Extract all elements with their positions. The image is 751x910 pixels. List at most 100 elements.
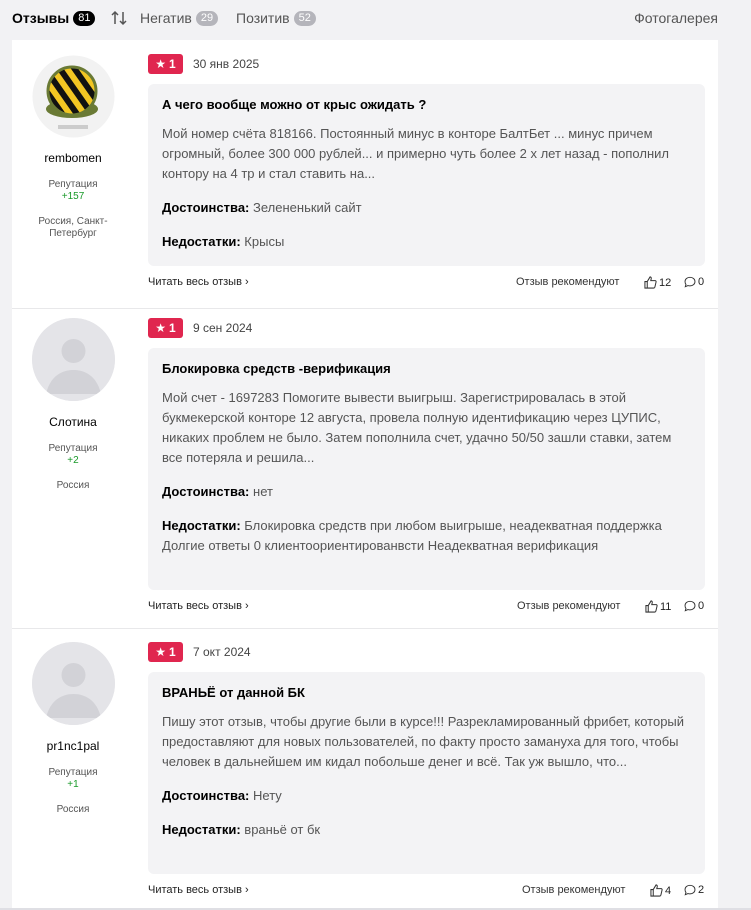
pros-text: нет bbox=[253, 484, 273, 499]
read-more-link[interactable]: Читать весь отзыв › bbox=[148, 276, 249, 288]
review-pros: Достоинства: нет bbox=[162, 482, 691, 502]
like-button[interactable]: 4 bbox=[650, 884, 671, 897]
review-body: А чего вообще можно от крыс ожидать ? Мо… bbox=[148, 84, 705, 266]
pros-label: Достоинства: bbox=[162, 484, 250, 499]
review-cons: Недостатки: Блокировка средств при любом… bbox=[162, 516, 691, 556]
review-footer: Читать весь отзыв › Отзыв рекомендуют 12… bbox=[148, 276, 705, 292]
recommend-label: Отзыв рекомендуют bbox=[522, 884, 626, 896]
rating-value: 1 bbox=[169, 57, 176, 71]
reputation-label: Репутация bbox=[48, 443, 98, 454]
sort-icon[interactable] bbox=[110, 9, 128, 27]
tab-positive[interactable]: Позитив 52 bbox=[236, 10, 316, 26]
comment-count: 2 bbox=[698, 884, 705, 896]
avatar[interactable] bbox=[32, 318, 115, 401]
like-button[interactable]: 11 bbox=[645, 600, 671, 613]
comment-count: 0 bbox=[698, 276, 705, 288]
review-footer: Читать весь отзыв › Отзыв рекомендуют 4 … bbox=[148, 884, 705, 900]
cons-label: Недостатки: bbox=[162, 518, 241, 533]
tab-positive-label: Позитив bbox=[236, 10, 290, 26]
user-location: Россия bbox=[56, 804, 90, 815]
comment-icon bbox=[684, 276, 696, 288]
user-location: Россия, Санкт-Петербург bbox=[38, 216, 108, 239]
username[interactable]: rembomen bbox=[12, 151, 134, 165]
star-icon: ★ bbox=[155, 645, 167, 659]
like-button[interactable]: 12 bbox=[644, 276, 671, 289]
avatar[interactable] bbox=[32, 55, 115, 138]
tab-reviews[interactable]: Отзывы 81 bbox=[12, 10, 96, 26]
reputation-value: +157 bbox=[61, 191, 85, 202]
reputation-label: Репутация bbox=[48, 767, 98, 778]
reputation-label: Репутация bbox=[48, 179, 98, 190]
cons-text: враньё от бк bbox=[244, 822, 321, 837]
rating-badge: ★ 1 bbox=[148, 318, 183, 338]
cons-label: Недостатки: bbox=[162, 822, 241, 837]
review-filter-tabs: Отзывы 81 Негатив 29 Позитив 52 Фотогале… bbox=[0, 0, 751, 40]
review-card: rembomen Репутация +157 Россия, Санкт-Пе… bbox=[12, 40, 718, 308]
tab-negative-count: 29 bbox=[195, 10, 219, 26]
comment-icon bbox=[684, 884, 696, 896]
review-body: Блокировка средств -верификация Мой счет… bbox=[148, 348, 705, 590]
tab-negative-label: Негатив bbox=[140, 10, 192, 26]
avatar[interactable] bbox=[32, 642, 115, 725]
default-avatar-icon bbox=[32, 642, 115, 725]
review-text: Мой номер счёта 818166. Постоянный минус… bbox=[162, 126, 669, 181]
tab-positive-count: 52 bbox=[293, 10, 316, 26]
review-date: 7 окт 2024 bbox=[193, 645, 251, 659]
chevron-right-icon: › bbox=[245, 276, 249, 288]
recommend-label: Отзыв рекомендуют bbox=[516, 276, 620, 288]
review-title[interactable]: ВРАНЬЁ от данной БК bbox=[162, 685, 691, 700]
default-avatar-icon bbox=[32, 318, 115, 401]
review-date: 30 янв 2025 bbox=[193, 57, 260, 71]
comments-button[interactable]: 0 bbox=[684, 276, 704, 288]
read-more-label: Читать весь отзыв bbox=[148, 276, 242, 288]
cons-label: Недостатки: bbox=[162, 234, 241, 249]
pros-text: Зелененький сайт bbox=[253, 200, 362, 215]
review-pros: Достоинства: Нету bbox=[162, 786, 691, 806]
cons-text: Крысы bbox=[244, 234, 285, 249]
review-date: 9 сен 2024 bbox=[193, 321, 253, 335]
tab-reviews-label: Отзывы bbox=[12, 10, 70, 26]
pros-label: Достоинства: bbox=[162, 788, 250, 803]
thumbs-up-icon bbox=[644, 276, 657, 289]
pros-text: Нету bbox=[253, 788, 282, 803]
star-icon: ★ bbox=[155, 321, 167, 335]
rating-value: 1 bbox=[169, 321, 176, 335]
user-avatar-image bbox=[32, 55, 115, 138]
photo-gallery-link[interactable]: Фотогалерея bbox=[634, 10, 718, 26]
read-more-link[interactable]: Читать весь отзыв › bbox=[148, 600, 249, 612]
review-cons: Недостатки: Крысы bbox=[162, 232, 691, 252]
pros-label: Достоинства: bbox=[162, 200, 250, 215]
review-footer: Читать весь отзыв › Отзыв рекомендуют 11… bbox=[148, 600, 705, 616]
like-count: 4 bbox=[665, 884, 672, 897]
username[interactable]: pr1nc1pal bbox=[12, 739, 134, 753]
read-more-link[interactable]: Читать весь отзыв › bbox=[148, 884, 249, 896]
review-card: Слотина Репутация +2 Россия ★ 1 9 сен 20… bbox=[12, 309, 718, 628]
tab-reviews-count: 81 bbox=[73, 10, 96, 26]
reviews-list: rembomen Репутация +157 Россия, Санкт-Пе… bbox=[12, 40, 718, 908]
star-icon: ★ bbox=[155, 57, 167, 71]
chevron-right-icon: › bbox=[245, 884, 249, 896]
review-card: pr1nc1pal Репутация +1 Россия ★ 1 7 окт … bbox=[12, 629, 718, 908]
thumbs-up-icon bbox=[645, 600, 658, 613]
comment-icon bbox=[684, 600, 696, 612]
comment-count: 0 bbox=[698, 600, 705, 612]
review-text: Мой счет - 1697283 Помогите вывести выиг… bbox=[162, 390, 672, 465]
chevron-right-icon: › bbox=[245, 600, 249, 612]
user-location: Россия bbox=[56, 480, 90, 491]
read-more-label: Читать весь отзыв bbox=[148, 884, 242, 896]
comments-button[interactable]: 2 bbox=[684, 884, 704, 896]
like-count: 11 bbox=[660, 600, 672, 613]
username[interactable]: Слотина bbox=[12, 415, 134, 429]
review-title[interactable]: А чего вообще можно от крыс ожидать ? bbox=[162, 97, 691, 112]
tab-negative[interactable]: Негатив 29 bbox=[140, 10, 219, 26]
comments-button[interactable]: 0 bbox=[684, 600, 704, 612]
review-title[interactable]: Блокировка средств -верификация bbox=[162, 361, 691, 376]
rating-value: 1 bbox=[169, 645, 176, 659]
review-pros: Достоинства: Зелененький сайт bbox=[162, 198, 691, 218]
reputation-value: +2 bbox=[67, 455, 79, 466]
like-count: 12 bbox=[659, 276, 672, 289]
rating-badge: ★ 1 bbox=[148, 54, 183, 74]
rating-badge: ★ 1 bbox=[148, 642, 183, 662]
thumbs-up-icon bbox=[650, 884, 663, 897]
review-cons: Недостатки: враньё от бк bbox=[162, 820, 691, 840]
